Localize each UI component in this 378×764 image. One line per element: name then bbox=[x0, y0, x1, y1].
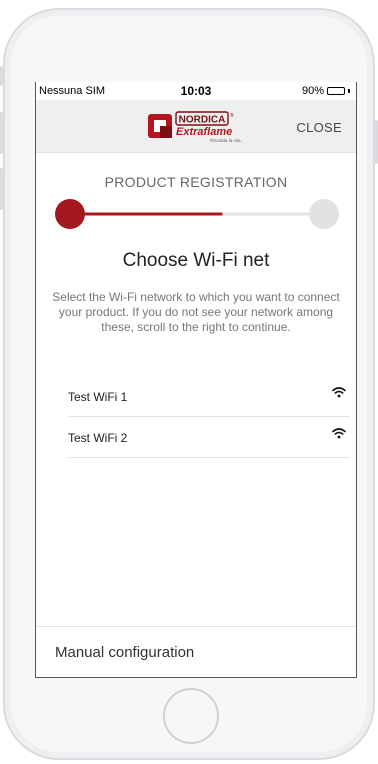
network-name: Test WiFi 2 bbox=[68, 431, 128, 445]
wifi-icon bbox=[332, 428, 346, 439]
volume-up-button bbox=[0, 112, 3, 154]
app-header: NORDICA ® Extraflame Riscalda la vita. C… bbox=[36, 100, 356, 153]
mute-switch bbox=[0, 66, 3, 86]
manual-configuration-button[interactable]: Manual configuration bbox=[36, 626, 356, 677]
battery-icon bbox=[327, 87, 345, 95]
battery-percent: 90% bbox=[301, 85, 324, 97]
network-item-2[interactable]: Test WiFi 2 bbox=[68, 417, 350, 458]
page-description: Select the Wi-Fi network to which you wa… bbox=[52, 290, 340, 334]
nordica-extraflame-logo: NORDICA ® Extraflame Riscalda la vita. bbox=[148, 111, 242, 143]
battery-status: 90% bbox=[302, 85, 350, 97]
tagline-text: Riscalda la vita. bbox=[210, 138, 242, 143]
registration-title: PRODUCT REGISTRATION bbox=[104, 174, 288, 190]
status-bar: Nessuna SIM 10:03 90% bbox=[36, 82, 356, 100]
battery-tip-icon bbox=[348, 89, 350, 93]
brand-bottom-text: Extraflame bbox=[176, 126, 232, 138]
network-name: Test WiFi 1 bbox=[68, 390, 128, 404]
home-button[interactable] bbox=[163, 688, 219, 744]
brand-top-text: NORDICA bbox=[179, 115, 226, 126]
app-screen: Nessuna SIM 10:03 90% NORDICA ® Extrafla… bbox=[35, 82, 357, 678]
progress-step-end bbox=[309, 199, 339, 229]
progress-step-start bbox=[55, 199, 85, 229]
close-button[interactable]: CLOSE bbox=[296, 120, 342, 135]
wifi-icon bbox=[332, 387, 346, 398]
network-list: Test WiFi 1 Test WiFi 2 bbox=[68, 376, 350, 458]
network-item-1[interactable]: Test WiFi 1 bbox=[68, 376, 350, 417]
progress-stepper bbox=[55, 199, 339, 229]
page-title: Choose Wi-Fi net bbox=[122, 250, 270, 271]
manual-configuration-label: Manual configuration bbox=[55, 644, 195, 661]
svg-text:®: ® bbox=[230, 112, 234, 119]
volume-down-button bbox=[0, 168, 3, 210]
